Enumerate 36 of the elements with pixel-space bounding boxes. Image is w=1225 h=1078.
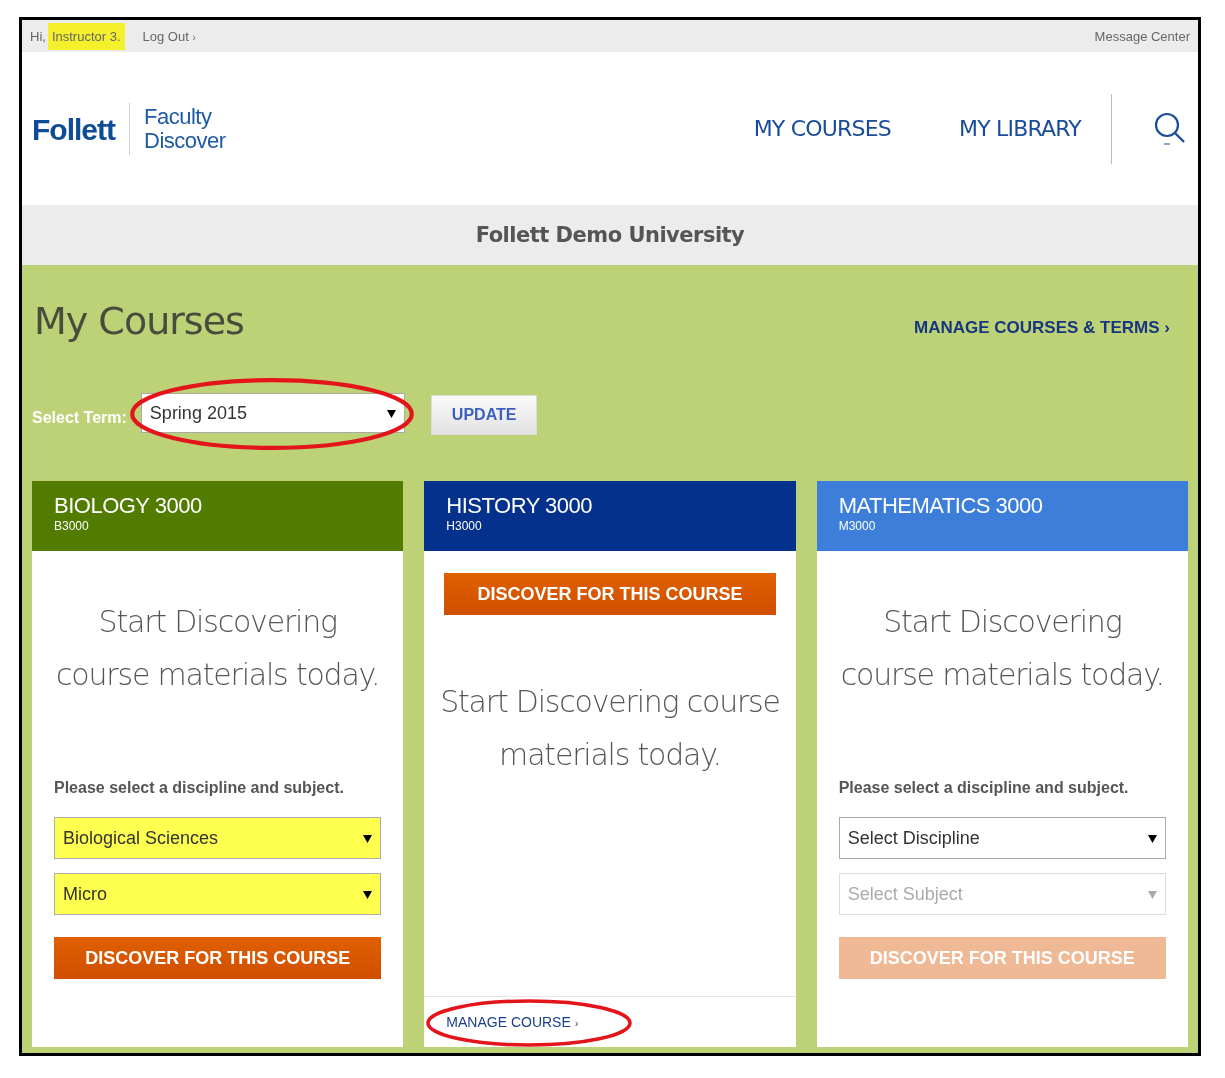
nav-link[interactable]: MY COURSES xyxy=(753,116,891,141)
select-prompt: Please select a discipline and subject. xyxy=(838,779,1130,797)
caret-icon xyxy=(386,408,396,418)
course-title: HISTORY 3000 xyxy=(446,493,593,519)
user-name: Instructor 3. xyxy=(47,22,125,50)
update-button[interactable]: UPDATE xyxy=(430,395,538,435)
caret-icon xyxy=(1148,833,1157,843)
course-title: BIOLOGY 3000 xyxy=(54,493,203,519)
product-name: Faculty Discover xyxy=(144,104,226,153)
institution-name: Follett Demo University xyxy=(475,223,745,247)
course-title: MATHEMATICS 3000 xyxy=(838,493,1044,519)
logout-link[interactable]: Log Out › xyxy=(142,28,196,44)
discover-button[interactable]: DISCOVER FOR THIS COURSE xyxy=(444,573,776,615)
start-discovering-message: Start Discovering course materials today. xyxy=(439,683,781,774)
start-discovering-message: Start Discovering course materials today. xyxy=(55,603,381,694)
term-select[interactable]: Spring 2015 xyxy=(140,393,405,433)
select-prompt: Please select a discipline and subject. xyxy=(54,779,345,797)
page-title: My Courses xyxy=(34,299,244,343)
start-discovering-message: Start Discovering course materials today. xyxy=(839,603,1165,694)
manage-courses-link[interactable]: MANAGE COURSES & TERMS › xyxy=(914,318,1170,338)
caret-icon xyxy=(363,889,373,899)
discover-button[interactable]: DISCOVER FOR THIS COURSE xyxy=(54,937,382,979)
nav-link[interactable]: MY LIBRARY xyxy=(959,116,1081,141)
course-code: B3000 xyxy=(54,519,90,533)
greeting-text: Hi, xyxy=(30,28,46,44)
search-icon[interactable] xyxy=(1154,111,1186,146)
caret-icon xyxy=(1148,889,1157,899)
dropdown-field[interactable]: Micro xyxy=(54,873,382,915)
logo-wordmark[interactable]: Follett xyxy=(32,102,130,155)
dropdown-field[interactable]: Biological Sciences xyxy=(54,817,382,859)
dropdown-field[interactable]: Select Discipline xyxy=(838,817,1166,859)
term-label: Select Term: xyxy=(32,409,127,427)
message-center-link[interactable]: Message Center xyxy=(1094,28,1190,44)
caret-icon xyxy=(363,833,373,843)
course-code: M3000 xyxy=(838,519,877,533)
course-code: H3000 xyxy=(446,519,483,533)
